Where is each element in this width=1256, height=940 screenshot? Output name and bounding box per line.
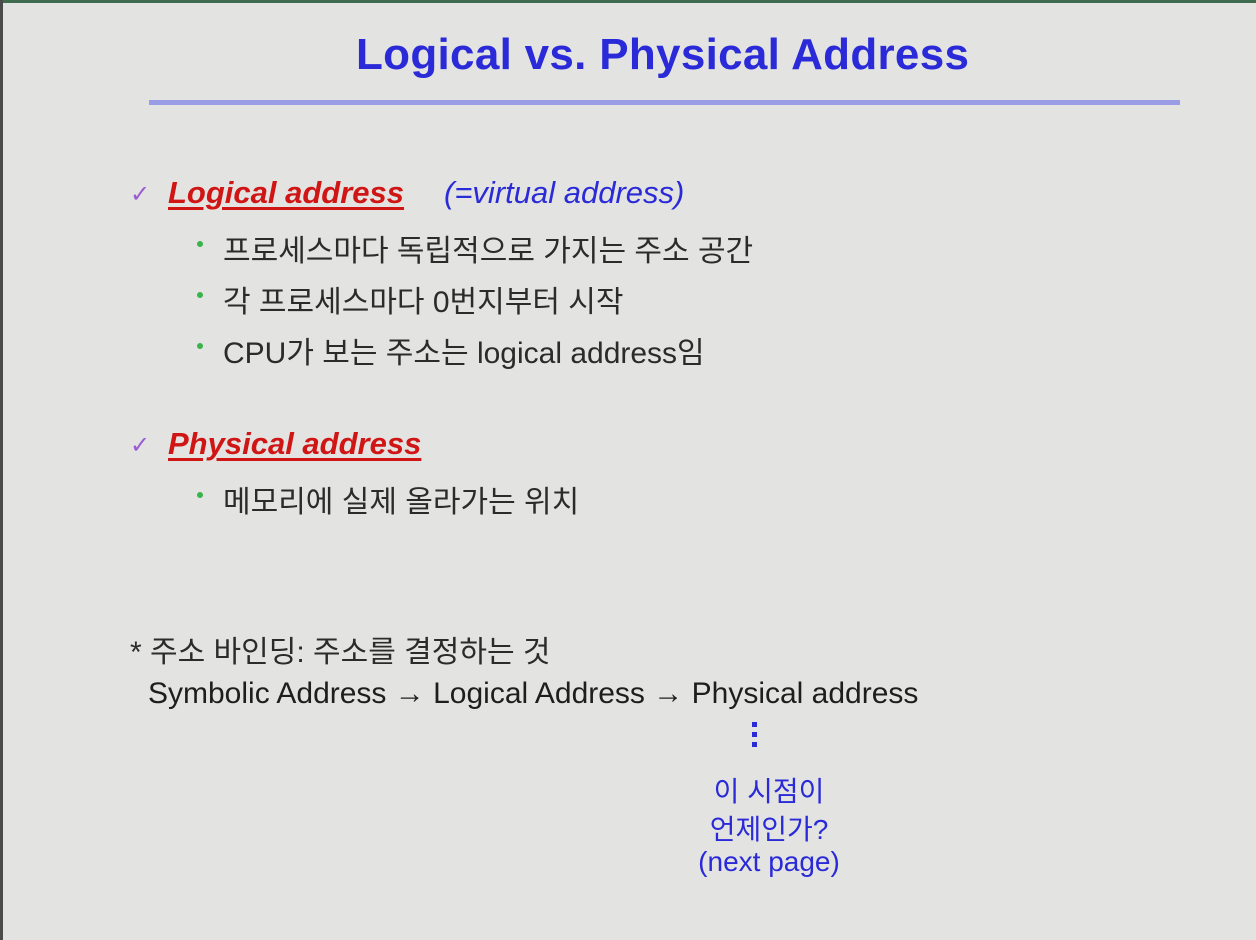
logical-address-label: Logical Address bbox=[433, 677, 645, 710]
bullet-icon bbox=[197, 343, 203, 349]
slide-title: Logical vs. Physical Address bbox=[356, 30, 970, 79]
checkmark-icon: ✓ bbox=[130, 432, 151, 459]
logical-bullet-2: 각 프로세스마다 0번지부터 시작 bbox=[223, 286, 624, 319]
physical-address-label: Physical address bbox=[691, 677, 919, 710]
physical-bullet-1: 메모리에 실제 올라가는 위치 bbox=[223, 486, 580, 519]
bullet-icon bbox=[197, 241, 203, 247]
top-border bbox=[0, 0, 1256, 3]
arrow-icon: → bbox=[394, 677, 425, 710]
bullet-icon bbox=[197, 292, 203, 298]
left-border bbox=[0, 0, 3, 940]
address-binding-note: * 주소 바인딩: 주소를 결정하는 것 bbox=[130, 636, 551, 669]
callout-line-1: 이 시점이 bbox=[713, 776, 825, 807]
callout-line-2: 언제인가? bbox=[709, 814, 829, 845]
physical-address-heading: Physical address bbox=[168, 426, 422, 461]
callout-line-3: (next page) bbox=[698, 846, 840, 877]
bullet-icon bbox=[197, 492, 203, 498]
logical-address-heading: Logical address bbox=[168, 175, 405, 210]
arrow-icon: → bbox=[653, 677, 684, 710]
logical-bullet-3: CPU가 보는 주소는 logical address임 bbox=[223, 337, 705, 370]
title-underline-rule bbox=[149, 100, 1180, 105]
slide: Logical vs. Physical Address ✓ Logical a… bbox=[0, 0, 1256, 940]
address-chain: Symbolic Address → Logical Address → Phy… bbox=[148, 677, 918, 711]
logical-bullet-1: 프로세스마다 독립적으로 가지는 주소 공간 bbox=[223, 235, 754, 268]
virtual-address-note: (=virtual address) bbox=[444, 175, 685, 210]
symbolic-address-label: Symbolic Address bbox=[148, 677, 387, 710]
checkmark-icon: ✓ bbox=[130, 181, 151, 208]
vertical-dots-connector bbox=[752, 722, 758, 752]
